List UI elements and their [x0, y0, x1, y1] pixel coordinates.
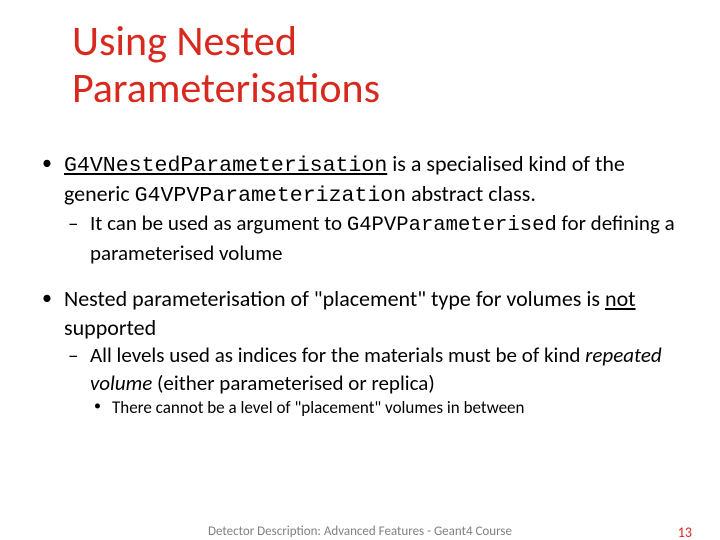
bullet-2-sub-1: All levels used as indices for the mater…: [64, 342, 680, 419]
bullet-1: G4VNestedParameterisation is a specialis…: [40, 150, 680, 267]
footer-text: Detector Description: Advanced Features …: [0, 524, 720, 539]
code-class-1: G4VNestedParameterisation: [64, 154, 387, 178]
page-number: 13: [678, 524, 692, 540]
bullet-1-sub-1: It can be used as argument to G4PVParame…: [64, 210, 680, 267]
text: (either parameterised or replica): [152, 370, 434, 396]
code-class-3: G4PVParameterised: [347, 214, 557, 237]
text: supported: [64, 314, 156, 341]
slide-body: G4VNestedParameterisation is a specialis…: [40, 150, 680, 437]
text: There cannot be a level of "placement" v…: [112, 397, 524, 418]
bullet-2: Nested parameterisation of "placement" t…: [40, 285, 680, 419]
title-line-1: Using Nested: [72, 16, 297, 67]
slide: Using Nested Parameterisations G4VNested…: [0, 0, 720, 540]
code-class-2: G4VPVParameterization: [135, 184, 407, 208]
text: abstract class.: [406, 180, 536, 207]
text-not: not: [605, 285, 636, 312]
title-line-2: Parameterisations: [72, 63, 380, 114]
bullet-2-sub-1-sub-1: There cannot be a level of "placement" v…: [90, 397, 680, 419]
text: Nested parameterisation of "placement" t…: [64, 285, 605, 312]
text: It can be used as argument to: [90, 210, 347, 236]
text: All levels used as indices for the mater…: [90, 342, 585, 368]
slide-title: Using Nested Parameterisations: [72, 18, 380, 112]
